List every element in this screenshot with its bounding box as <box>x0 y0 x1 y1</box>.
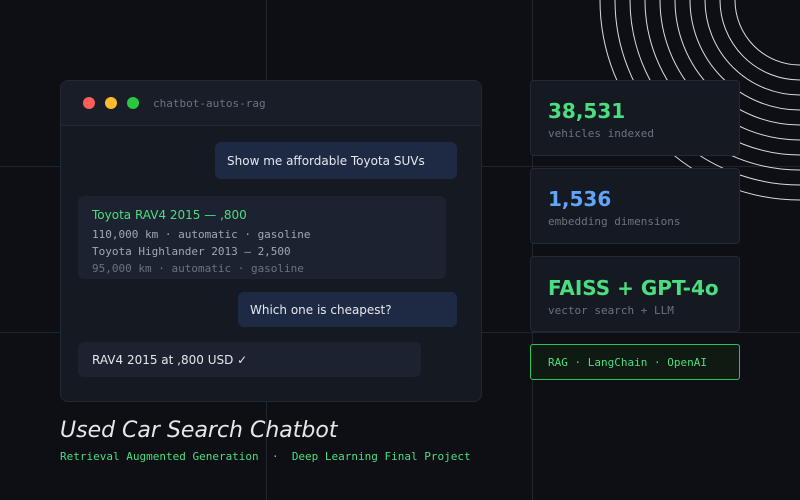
maximize-window-button[interactable] <box>127 97 139 109</box>
page-title: Used Car Search Chatbot <box>60 418 338 443</box>
stat-label: vector search + LLM <box>548 304 674 317</box>
stat-value: 1,536 <box>548 187 612 211</box>
subtitle-part: Retrieval Augmented Generation <box>60 450 259 463</box>
subtitle-part: Deep Learning Final Project <box>291 450 471 463</box>
bot-message: RAV4 2015 at ,800 USD ✓ <box>78 342 421 377</box>
stat-value: 38,531 <box>548 99 626 123</box>
result-details: 110,000 km · automatic · gasoline <box>92 228 311 241</box>
grid-line <box>532 0 533 500</box>
chat-window: chatbot-autos-rag Show me affordable Toy… <box>60 80 482 402</box>
page-subtitle: Retrieval Augmented Generation · Deep Le… <box>60 450 471 463</box>
stat-label: vehicles indexed <box>548 127 654 140</box>
window-title: chatbot-autos-rag <box>153 96 266 110</box>
result-title: Toyota RAV4 2015 — ,800 <box>92 208 247 222</box>
stat-card-embedding: 1,536 embedding dimensions <box>530 168 740 244</box>
close-window-button[interactable] <box>83 97 95 109</box>
minimize-window-button[interactable] <box>105 97 117 109</box>
stat-value: FAISS + GPT-4o <box>548 276 719 300</box>
result-details: 95,000 km · automatic · gasoline <box>92 262 304 275</box>
bot-message: Toyota RAV4 2015 — ,800 110,000 km · aut… <box>78 196 446 279</box>
result-title: Toyota Highlander 2013 — 2,500 <box>92 245 291 258</box>
tech-stack-badge: RAG · LangChain · OpenAI <box>530 344 740 380</box>
user-message: Which one is cheapest? <box>238 292 457 327</box>
user-message: Show me affordable Toyota SUVs <box>215 142 457 179</box>
subtitle-separator: · <box>271 450 279 463</box>
window-titlebar: chatbot-autos-rag <box>61 81 481 126</box>
stat-card-stack: FAISS + GPT-4o vector search + LLM <box>530 256 740 332</box>
stat-card-vehicles: 38,531 vehicles indexed <box>530 80 740 156</box>
stat-label: embedding dimensions <box>548 215 681 228</box>
